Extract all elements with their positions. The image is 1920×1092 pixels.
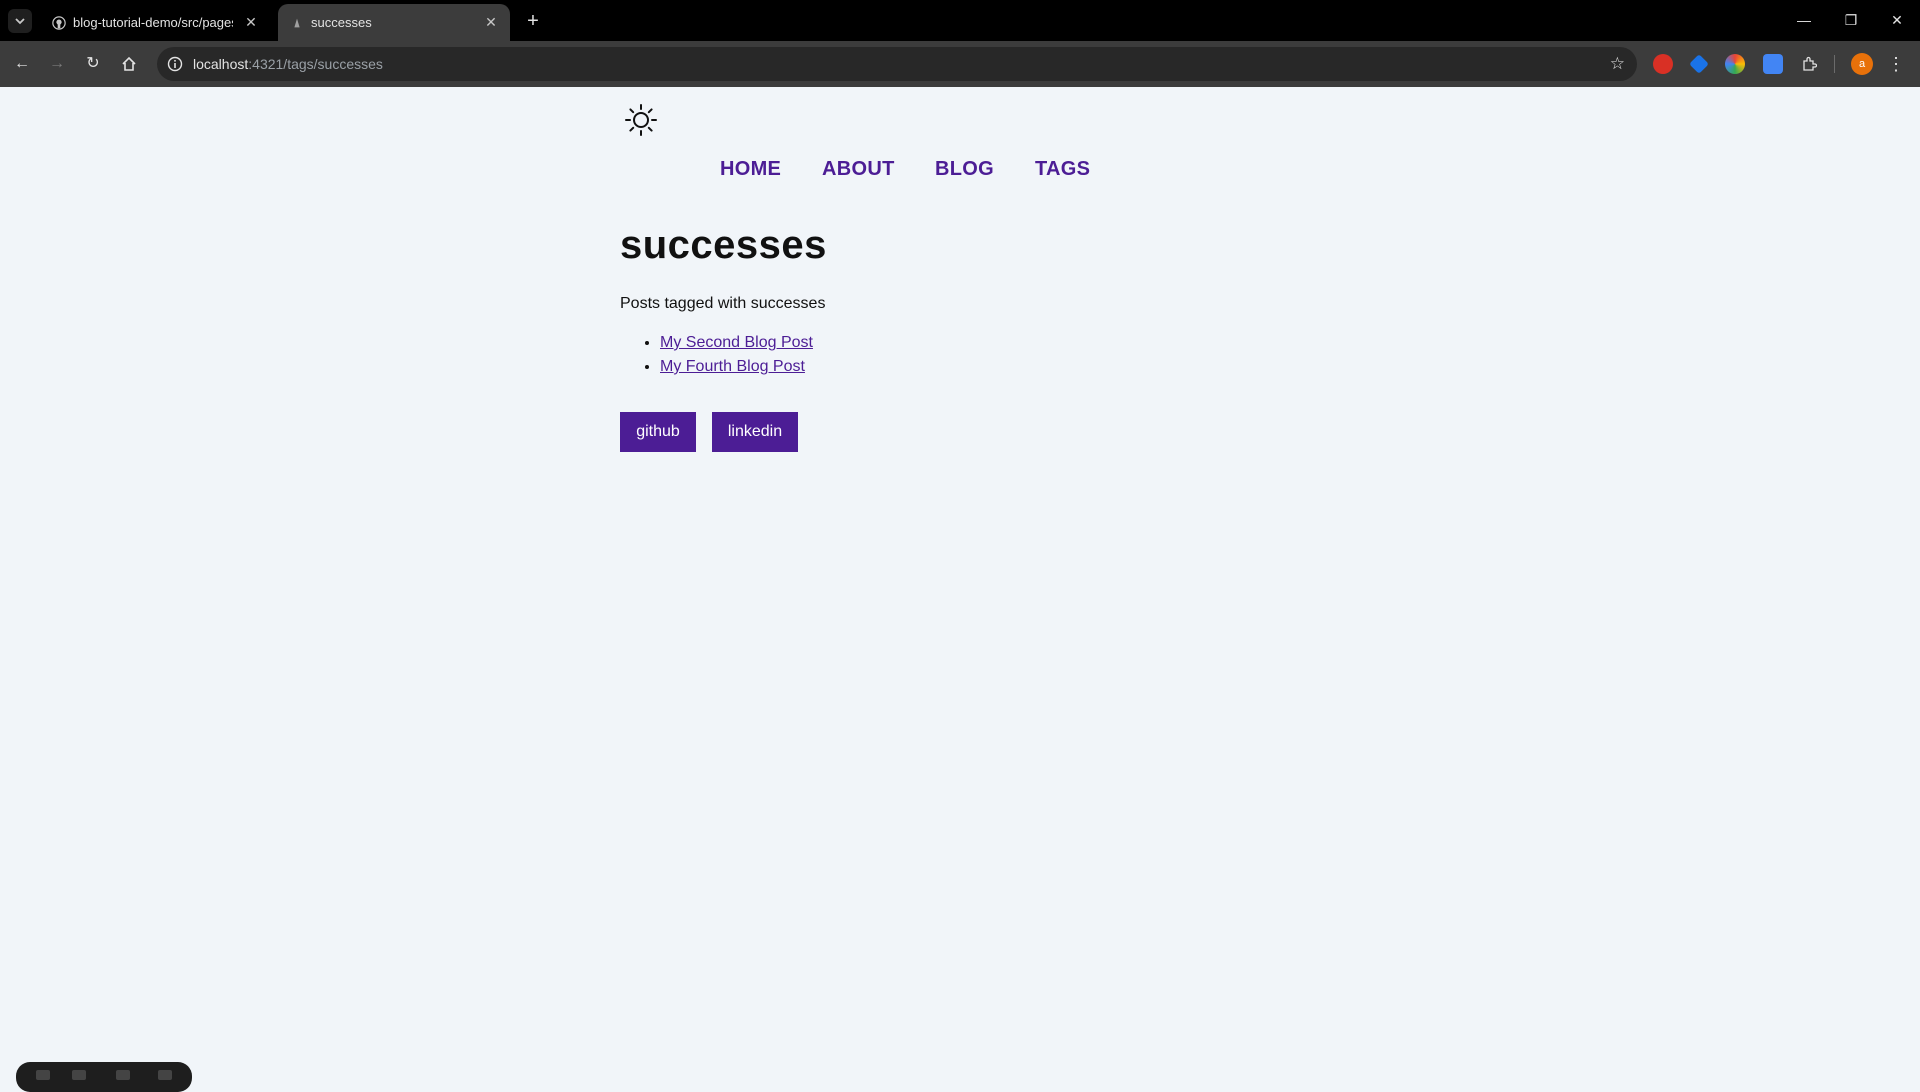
new-tab-button[interactable]: + (521, 9, 545, 33)
nav-blog-link[interactable]: BLOG (935, 158, 994, 181)
browser-chrome: blog-tutorial-demo/src/pages/ ✕ successe… (0, 0, 1920, 87)
close-tab-icon[interactable]: ✕ (482, 13, 500, 31)
site-info-icon[interactable] (167, 56, 183, 72)
nav-tags-link[interactable]: TAGS (1035, 158, 1090, 181)
dock-item-icon[interactable] (158, 1070, 172, 1080)
astro-icon (294, 18, 300, 28)
profile-avatar[interactable]: a (1851, 53, 1873, 75)
page-content: HOME ABOUT BLOG TAGS successes Posts tag… (0, 87, 1920, 1080)
dock-item-icon[interactable] (116, 1070, 130, 1080)
bookmark-star-icon[interactable]: ☆ (1610, 54, 1625, 74)
extension-red-icon[interactable] (1653, 54, 1673, 74)
minimize-icon[interactable]: — (1789, 6, 1819, 34)
forward-icon[interactable]: → (45, 52, 69, 76)
close-tab-icon[interactable]: ✕ (242, 13, 260, 31)
extensions-puzzle-icon[interactable] (1797, 52, 1821, 76)
home-icon[interactable] (117, 52, 141, 76)
linkedin-button[interactable]: linkedin (712, 412, 798, 452)
tab-title: blog-tutorial-demo/src/pages/ (73, 15, 233, 30)
dock-item-icon[interactable] (72, 1070, 86, 1080)
post-link[interactable]: My Second Blog Post (660, 334, 813, 351)
tab-title: successes (311, 15, 372, 30)
post-link[interactable]: My Fourth Blog Post (660, 358, 805, 375)
list-item: My Fourth Blog Post (660, 355, 813, 379)
toolbar-divider (1834, 55, 1835, 73)
github-button[interactable]: github (620, 412, 696, 452)
address-bar[interactable]: localhost:4321/tags/successes ☆ (157, 47, 1637, 81)
dock-item-icon[interactable] (36, 1070, 50, 1080)
close-window-icon[interactable]: ✕ (1882, 6, 1912, 34)
list-item: My Second Blog Post (660, 331, 813, 355)
github-icon (52, 16, 66, 30)
tab-github[interactable]: blog-tutorial-demo/src/pages/ ✕ (40, 4, 270, 41)
nav-home-link[interactable]: HOME (720, 158, 781, 181)
post-list: My Second Blog Post My Fourth Blog Post (620, 331, 813, 379)
reload-icon[interactable]: ↻ (81, 52, 105, 76)
back-icon[interactable]: ← (10, 52, 34, 76)
extension-square-icon[interactable] (1763, 54, 1783, 74)
tab-search-button[interactable] (8, 9, 32, 33)
tag-description: Posts tagged with successes (620, 295, 826, 312)
url-text: localhost:4321/tags/successes (193, 56, 383, 72)
menu-kebab-icon[interactable]: ⋮ (1887, 52, 1905, 76)
extension-color-icon[interactable] (1725, 54, 1745, 74)
chevron-down-icon (15, 18, 25, 25)
nav-about-link[interactable]: ABOUT (822, 158, 895, 181)
page-title: successes (620, 223, 827, 267)
sun-icon[interactable] (624, 103, 658, 137)
tab-bar: blog-tutorial-demo/src/pages/ ✕ successe… (0, 0, 1920, 41)
tab-successes[interactable]: successes ✕ (278, 4, 510, 41)
restore-icon[interactable]: ❐ (1836, 6, 1866, 34)
bottom-dock-toolbar[interactable] (16, 1062, 192, 1092)
browser-toolbar: ← → ↻ localhost:4321/tags/successes ☆ a … (0, 41, 1920, 87)
extension-blue-icon[interactable] (1689, 54, 1709, 74)
